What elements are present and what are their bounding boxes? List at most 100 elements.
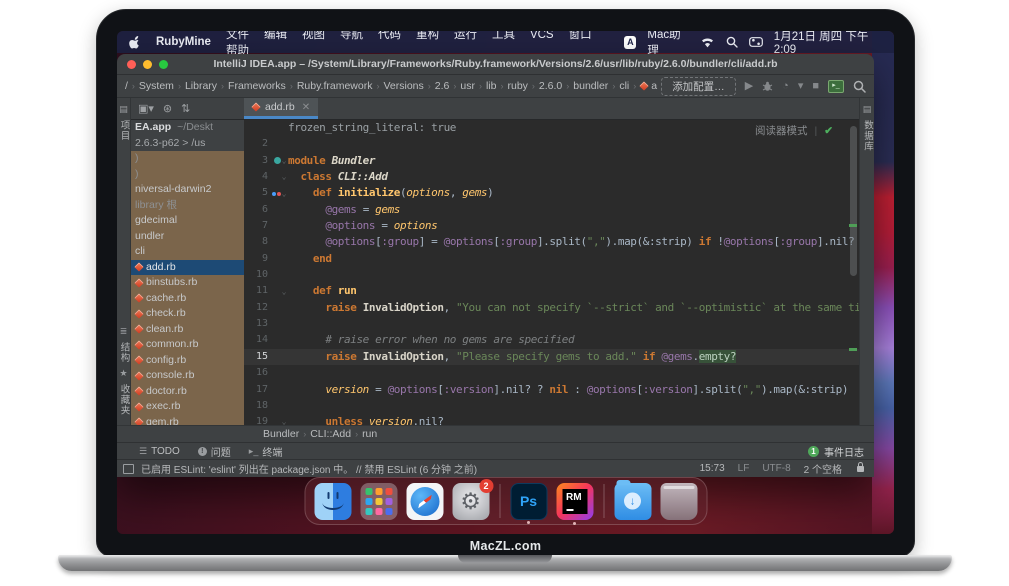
run-icon[interactable]: ▶ — [745, 81, 753, 92]
breadcrumb-item[interactable]: 2.6.0 — [539, 80, 562, 92]
tree-item-cli[interactable]: cli — [131, 244, 244, 260]
tree-item-exec.rb[interactable]: exec.rb — [131, 399, 244, 415]
panel-settings-icon[interactable]: ⊛ — [163, 102, 172, 115]
tree-item-check.rb[interactable]: check.rb — [131, 306, 244, 322]
breadcrumb-current-file[interactable]: a — [651, 80, 657, 92]
tab-close-icon[interactable]: ✕ — [302, 102, 310, 113]
control-center-icon[interactable] — [749, 37, 763, 47]
tool-window-database[interactable]: 数据库 — [860, 120, 874, 152]
fold-chevron-icon[interactable]: ⌄ — [282, 190, 286, 198]
tree-item-undler[interactable]: undler — [131, 229, 244, 245]
breadcrumb-item[interactable]: usr — [460, 80, 475, 92]
file-encoding[interactable]: UTF-8 — [762, 463, 790, 474]
window-title-bar[interactable]: IntelliJ IDEA.app – /System/Library/Fram… — [117, 54, 874, 75]
breadcrumb-item[interactable]: bundler — [573, 80, 608, 92]
maximize-button[interactable] — [159, 60, 168, 69]
tree-item-gem.rb[interactable]: gem.rb — [131, 415, 244, 426]
debug-icon[interactable] — [762, 81, 773, 92]
dock-downloads-icon[interactable]: ↓ — [614, 483, 651, 520]
menu-item-重构[interactable]: 重构 — [416, 31, 439, 41]
dock-trash-icon[interactable] — [660, 483, 697, 520]
close-button[interactable] — [127, 60, 136, 69]
run-dropdown-chevron-icon[interactable]: ▾ — [798, 81, 804, 92]
view-options-icon[interactable]: ▣▾ — [138, 102, 154, 115]
stop-icon[interactable]: ■ — [812, 81, 819, 92]
tree-item-clean.rb[interactable]: clean.rb — [131, 322, 244, 338]
tool-window-structure[interactable]: 结构 — [117, 342, 131, 363]
menu-item-运行[interactable]: 运行 — [454, 31, 477, 41]
reader-mode-indicator[interactable]: 阅读器模式 | ✔ — [755, 123, 833, 138]
tree-item-)[interactable]: ) — [131, 167, 244, 183]
tab-add-rb[interactable]: add.rb ✕ — [244, 98, 318, 119]
tool-window-favorites[interactable]: 收藏夹 — [117, 384, 131, 416]
apple-menu-icon[interactable] — [129, 35, 141, 49]
breadcrumb-item[interactable]: Library — [185, 80, 217, 92]
dock-safari-icon[interactable] — [406, 483, 443, 520]
tool-button-TODO[interactable]: ☰TODO — [139, 444, 180, 459]
breadcrumb-item[interactable]: cli — [619, 80, 629, 92]
wifi-icon[interactable] — [700, 37, 715, 48]
menu-app-name[interactable]: RubyMine — [156, 36, 211, 48]
terminal-toolbar-icon[interactable]: ▸_ — [828, 80, 844, 93]
tool-window-project[interactable]: 项目 — [117, 120, 131, 141]
minimize-button[interactable] — [143, 60, 152, 69]
tree-item-2.6.3-p62 > /us[interactable]: 2.6.3-p62 > /us — [131, 136, 244, 152]
fold-chevron-icon[interactable]: ⌄ — [282, 418, 286, 425]
code-editor[interactable]: frozen_string_literal: true23⌄module Bun… — [244, 120, 859, 425]
menu-item-窗口[interactable]: 窗口 — [569, 31, 592, 41]
fold-chevron-icon[interactable]: ⌄ — [282, 173, 286, 181]
lock-icon[interactable] — [857, 466, 864, 472]
menu-clock[interactable]: 1月21日 周四 下午2:09 — [774, 31, 882, 56]
input-source-icon[interactable]: A — [624, 36, 636, 49]
project-tree-root[interactable]: EA.app ~/Deskt — [131, 120, 244, 136]
fold-chevron-icon[interactable]: ⌄ — [282, 288, 286, 296]
editor-scrollbar[interactable] — [850, 126, 857, 276]
status-message[interactable]: 已启用 ESLint: 'eslint' 列出在 package.json 中。… — [141, 461, 477, 476]
tree-item-common.rb[interactable]: common.rb — [131, 337, 244, 353]
event-log-button[interactable]: 1 事件日志 — [808, 444, 864, 459]
tree-item-cache.rb[interactable]: cache.rb — [131, 291, 244, 307]
indent-setting[interactable]: 2 个空格 — [804, 461, 842, 476]
menu-item-文件[interactable]: 文件 — [226, 31, 249, 41]
line-separator[interactable]: LF — [738, 463, 750, 474]
profiler-icon[interactable]: ◔ — [782, 81, 789, 92]
tree-item-gdecimal[interactable]: gdecimal — [131, 213, 244, 229]
dock-finder-icon[interactable] — [314, 483, 351, 520]
tool-button-问题[interactable]: !问题 — [198, 444, 231, 459]
fold-chevron-icon[interactable]: ⌄ — [282, 157, 286, 165]
tool-button-终端[interactable]: ▸_终端 — [249, 444, 283, 459]
menu-item-导航[interactable]: 导航 — [340, 31, 363, 41]
caret-position[interactable]: 15:73 — [700, 463, 725, 474]
search-everywhere-icon[interactable] — [853, 80, 866, 93]
collapse-all-icon[interactable]: ⇅ — [181, 102, 190, 115]
breadcrumb-item[interactable]: System — [139, 80, 174, 92]
run-configuration-button[interactable]: 添加配置… — [661, 77, 736, 96]
tree-item-doctor.rb[interactable]: doctor.rb — [131, 384, 244, 400]
tree-item-)[interactable]: ) — [131, 151, 244, 167]
breadcrumb-item[interactable]: Frameworks — [228, 80, 286, 92]
breadcrumb-item[interactable]: / — [125, 80, 128, 92]
tree-item-config.rb[interactable]: config.rb — [131, 353, 244, 369]
breadcrumb-item[interactable]: Versions — [383, 80, 423, 92]
menu-item-视图[interactable]: 视图 — [302, 31, 325, 41]
dock-rubymine-icon[interactable]: RM — [556, 483, 593, 520]
breadcrumb-item[interactable]: 2.6 — [435, 80, 450, 92]
menu-item-VCS[interactable]: VCS — [530, 31, 554, 41]
menu-item-工具[interactable]: 工具 — [492, 31, 515, 41]
breadcrumb-item[interactable]: lib — [486, 80, 497, 92]
editor-breadcrumb-item[interactable]: CLI::Add — [310, 428, 351, 440]
editor-breadcrumb-item[interactable]: run — [362, 428, 377, 440]
editor-breadcrumb-item[interactable]: Bundler — [263, 428, 299, 440]
menu-item-编辑[interactable]: 编辑 — [264, 31, 287, 41]
tree-item-niversal-darwin2[interactable]: niversal-darwin2 — [131, 182, 244, 198]
tree-item-console.rb[interactable]: console.rb — [131, 368, 244, 384]
spotlight-search-icon[interactable] — [726, 36, 738, 48]
breadcrumb-item[interactable]: Ruby.framework — [297, 80, 373, 92]
dock-system-preferences-icon[interactable]: ⚙ 2 — [452, 483, 489, 520]
tree-item-binstubs.rb[interactable]: binstubs.rb — [131, 275, 244, 291]
breadcrumb-item[interactable]: ruby — [507, 80, 527, 92]
tree-item-library 根[interactable]: library 根 — [131, 198, 244, 214]
dock-photoshop-icon[interactable]: Ps — [510, 483, 547, 520]
tree-item-add.rb[interactable]: add.rb — [131, 260, 244, 276]
menu-item-代码[interactable]: 代码 — [378, 31, 401, 41]
